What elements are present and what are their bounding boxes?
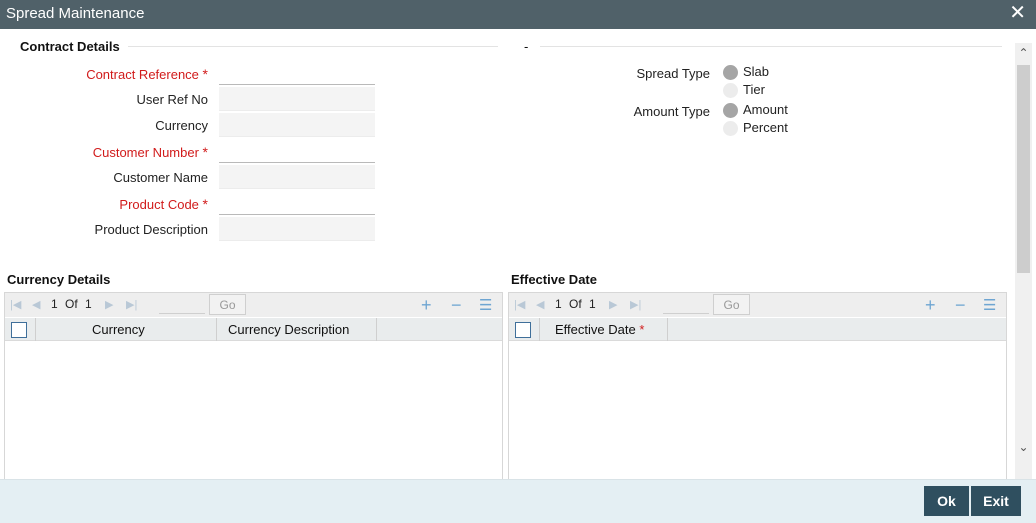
delete-row-icon[interactable]: − <box>955 296 966 314</box>
currency-details-grid: |◀ ◀ 1 Of 1 ▶ ▶| Go + − ☰ Currency Curre… <box>4 292 503 479</box>
spread-type-tier-radio[interactable] <box>723 83 738 98</box>
column-header-effective-date[interactable]: Effective Date * <box>555 322 644 337</box>
amount-type-percent-radio[interactable] <box>723 121 738 136</box>
product-code-input[interactable] <box>219 191 375 215</box>
scroll-thumb[interactable] <box>1017 65 1030 273</box>
next-page-icon[interactable]: ▶ <box>609 298 617 312</box>
window-title: Spread Maintenance <box>6 5 145 22</box>
column-separator <box>376 318 377 341</box>
pager-current: 1 <box>555 297 562 311</box>
grid-toolbar: |◀ ◀ 1 Of 1 ▶ ▶| Go + − ☰ <box>509 293 1006 317</box>
column-separator <box>216 318 217 341</box>
contract-details-heading: Contract Details <box>20 39 120 54</box>
column-separator <box>539 318 540 341</box>
column-header-currency[interactable]: Currency <box>92 322 145 337</box>
page-number-input[interactable] <box>663 296 709 314</box>
single-view-icon[interactable]: ☰ <box>983 297 996 315</box>
grid-header: Currency Currency Description <box>5 318 502 341</box>
column-separator <box>35 318 36 341</box>
pager-of: Of <box>65 297 78 311</box>
grid-toolbar: |◀ ◀ 1 Of 1 ▶ ▶| Go + − ☰ <box>5 293 502 317</box>
close-icon[interactable]: ✕ <box>1009 3 1026 23</box>
customer-name-label: Customer Name <box>113 170 208 185</box>
effective-date-heading: Effective Date <box>511 272 597 287</box>
spread-type-slab-label: Slab <box>743 64 770 79</box>
exit-button[interactable]: Exit <box>971 486 1021 516</box>
select-all-checkbox[interactable] <box>515 322 531 338</box>
amount-type-amount-radio[interactable] <box>723 103 738 118</box>
pager-current: 1 <box>51 297 58 311</box>
footer-bar: Ok Exit <box>0 479 1036 523</box>
next-page-icon[interactable]: ▶ <box>105 298 113 312</box>
add-row-icon[interactable]: + <box>421 296 432 314</box>
amount-type-percent-label: Percent <box>743 120 788 135</box>
right-section-heading: - <box>524 39 529 54</box>
delete-row-icon[interactable]: − <box>451 296 462 314</box>
grid-header: Effective Date * <box>509 318 1006 341</box>
customer-number-input[interactable] <box>219 139 375 163</box>
go-button[interactable]: Go <box>209 294 246 315</box>
customer-name-field <box>219 165 375 189</box>
currency-label: Currency <box>155 118 208 133</box>
column-header-currency-description[interactable]: Currency Description <box>228 322 349 337</box>
effective-date-grid: |◀ ◀ 1 Of 1 ▶ ▶| Go + − ☰ Effective Date… <box>508 292 1007 479</box>
contract-reference-label: Contract Reference * <box>86 66 208 82</box>
single-view-icon[interactable]: ☰ <box>479 297 492 315</box>
scroll-up-icon[interactable]: ⌃ <box>1015 45 1032 62</box>
contract-reference-input[interactable] <box>219 61 375 85</box>
divider <box>540 46 1002 47</box>
scroll-down-icon[interactable]: ⌄ <box>1015 439 1032 456</box>
form-content: Contract Details - Contract Reference * … <box>0 29 1036 479</box>
product-code-label: Product Code * <box>119 196 208 212</box>
select-all-checkbox[interactable] <box>11 322 27 338</box>
user-ref-no-field <box>219 87 375 111</box>
pager-total: 1 <box>85 297 92 311</box>
ok-button[interactable]: Ok <box>924 486 969 516</box>
user-ref-no-label: User Ref No <box>136 92 208 107</box>
customer-number-label: Customer Number * <box>92 144 208 160</box>
product-description-field <box>219 217 375 241</box>
currency-field <box>219 113 375 137</box>
spread-type-label: Spread Type <box>636 66 710 81</box>
column-separator <box>667 318 668 341</box>
first-page-icon[interactable]: |◀ <box>514 298 525 312</box>
last-page-icon[interactable]: ▶| <box>630 298 641 312</box>
prev-page-icon[interactable]: ◀ <box>536 298 544 312</box>
prev-page-icon[interactable]: ◀ <box>32 298 40 312</box>
spread-type-slab-radio[interactable] <box>723 65 738 80</box>
vertical-scrollbar[interactable]: ⌃ ⌄ <box>1015 43 1032 479</box>
first-page-icon[interactable]: |◀ <box>10 298 21 312</box>
pager-total: 1 <box>589 297 596 311</box>
amount-type-amount-label: Amount <box>743 102 788 117</box>
divider <box>128 46 498 47</box>
amount-type-label: Amount Type <box>633 104 710 119</box>
go-button[interactable]: Go <box>713 294 750 315</box>
currency-details-heading: Currency Details <box>7 272 111 287</box>
spread-type-tier-label: Tier <box>743 82 765 97</box>
add-row-icon[interactable]: + <box>925 296 936 314</box>
title-bar: Spread Maintenance ✕ <box>0 0 1036 29</box>
page-number-input[interactable] <box>159 296 205 314</box>
last-page-icon[interactable]: ▶| <box>126 298 137 312</box>
pager-of: Of <box>569 297 582 311</box>
product-description-label: Product Description <box>94 222 208 237</box>
